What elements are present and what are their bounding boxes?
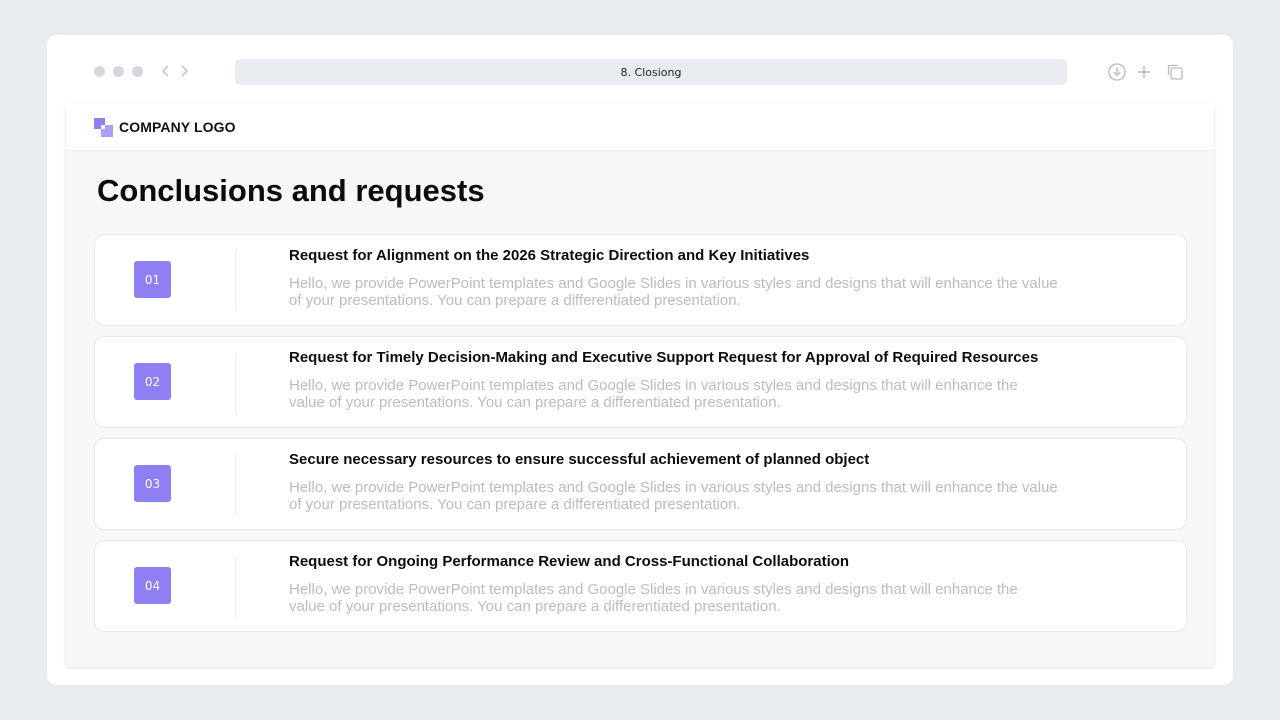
description-line: of your presentations. You can prepare a… [289, 496, 741, 513]
description-line: value of your presentations. You can pre… [289, 394, 781, 411]
card-divider [235, 353, 236, 413]
item-number-badge: 01 [134, 261, 171, 298]
request-description: Hello, we provide PowerPoint templates a… [289, 377, 1018, 411]
maximize-dot[interactable] [132, 66, 143, 77]
slide: COMPANY LOGO Conclusions and requests 01… [66, 103, 1214, 667]
card-divider [235, 251, 236, 311]
chevron-left-icon[interactable] [159, 63, 173, 79]
close-dot[interactable] [94, 66, 105, 77]
download-icon[interactable] [1107, 62, 1127, 82]
item-number-badge: 04 [134, 567, 171, 604]
request-title: Secure necessary resources to ensure suc… [289, 451, 870, 468]
request-card: 01 Request for Alignment on the 2026 Str… [94, 234, 1187, 326]
chevron-right-icon[interactable] [177, 63, 191, 79]
plus-icon[interactable] [1134, 62, 1154, 82]
request-card: 03 Secure necessary resources to ensure … [94, 438, 1187, 530]
card-divider [235, 455, 236, 515]
request-description: Hello, we provide PowerPoint templates a… [289, 479, 1058, 513]
tab-title: 8. Closiong [620, 65, 682, 79]
minimize-dot[interactable] [113, 66, 124, 77]
description-line: Hello, we provide PowerPoint templates a… [289, 479, 1058, 496]
copy-icon[interactable] [1165, 62, 1185, 82]
description-line: of your presentations. You can prepare a… [289, 292, 741, 309]
description-line: Hello, we provide PowerPoint templates a… [289, 275, 1058, 292]
description-line: value of your presentations. You can pre… [289, 598, 781, 615]
request-title: Request for Alignment on the 2026 Strate… [289, 247, 810, 264]
window-controls [94, 66, 143, 77]
item-number-badge: 03 [134, 465, 171, 502]
company-logo-text: COMPANY LOGO [119, 119, 236, 135]
description-line: Hello, we provide PowerPoint templates a… [289, 581, 1018, 598]
slide-title: Conclusions and requests [97, 173, 485, 208]
address-bar[interactable]: 8. Closiong [235, 59, 1067, 85]
company-logo-icon [94, 118, 113, 137]
slide-header: COMPANY LOGO [66, 103, 1214, 151]
description-line: Hello, we provide PowerPoint templates a… [289, 377, 1018, 394]
item-number-badge: 02 [134, 363, 171, 400]
request-description: Hello, we provide PowerPoint templates a… [289, 581, 1018, 615]
request-card: 02 Request for Timely Decision-Making an… [94, 336, 1187, 428]
request-card: 04 Request for Ongoing Performance Revie… [94, 540, 1187, 632]
card-divider [235, 557, 236, 617]
request-title: Request for Timely Decision-Making and E… [289, 349, 1039, 366]
browser-window: 8. Closiong COMPANY LOGO Conclusions and… [47, 35, 1233, 685]
request-description: Hello, we provide PowerPoint templates a… [289, 275, 1058, 309]
request-title: Request for Ongoing Performance Review a… [289, 553, 850, 570]
